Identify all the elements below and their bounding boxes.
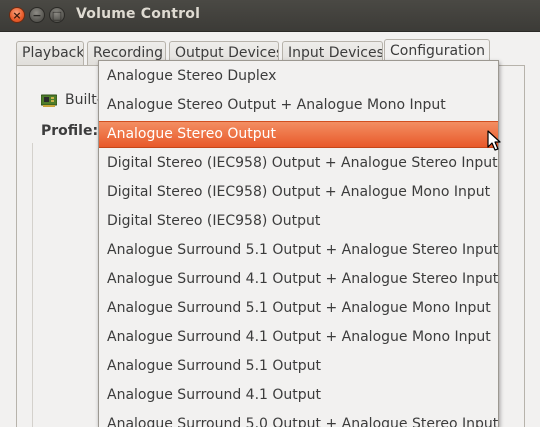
menu-item[interactable]: Analogue Surround 5.1 Output + Analogue … [99, 295, 498, 322]
title-bar: × − □ Volume Control [0, 0, 540, 32]
menu-item[interactable]: Digital Stereo (IEC958) Output + Analogu… [99, 179, 498, 206]
maximize-window-button[interactable]: □ [49, 7, 65, 23]
menu-item[interactable]: Analogue Surround 5.1 Output [99, 353, 498, 380]
profile-label: Profile: [41, 123, 99, 139]
menu-item-selected[interactable]: Analogue Stereo Output [99, 121, 498, 148]
menu-item[interactable]: Digital Stereo (IEC958) Output + Analogu… [99, 150, 498, 177]
menu-item[interactable]: Analogue Surround 5.0 Output + Analogue … [99, 411, 498, 427]
sound-card-icon [41, 94, 57, 107]
profile-dropdown-menu[interactable]: Analogue Stereo Duplex Analogue Stereo Ou… [98, 60, 499, 427]
menu-item[interactable]: Digital Stereo (IEC958) Output [99, 208, 498, 235]
menu-item[interactable]: Analogue Stereo Output + Analogue Mono I… [99, 92, 498, 119]
menu-item[interactable]: Analogue Surround 4.1 Output + Analogue … [99, 324, 498, 351]
mouse-pointer-icon [487, 130, 501, 151]
minimize-window-button[interactable]: − [29, 7, 45, 23]
menu-item[interactable]: Analogue Surround 5.1 Output + Analogue … [99, 237, 498, 264]
menu-item[interactable]: Analogue Stereo Duplex [99, 63, 498, 90]
close-window-button[interactable]: × [9, 7, 25, 23]
menu-item[interactable]: Analogue Surround 4.1 Output + Analogue … [99, 266, 498, 293]
window-title: Volume Control [76, 6, 201, 22]
tab-playback[interactable]: Playback [16, 41, 84, 65]
menu-item[interactable]: Analogue Surround 4.1 Output [99, 382, 498, 409]
